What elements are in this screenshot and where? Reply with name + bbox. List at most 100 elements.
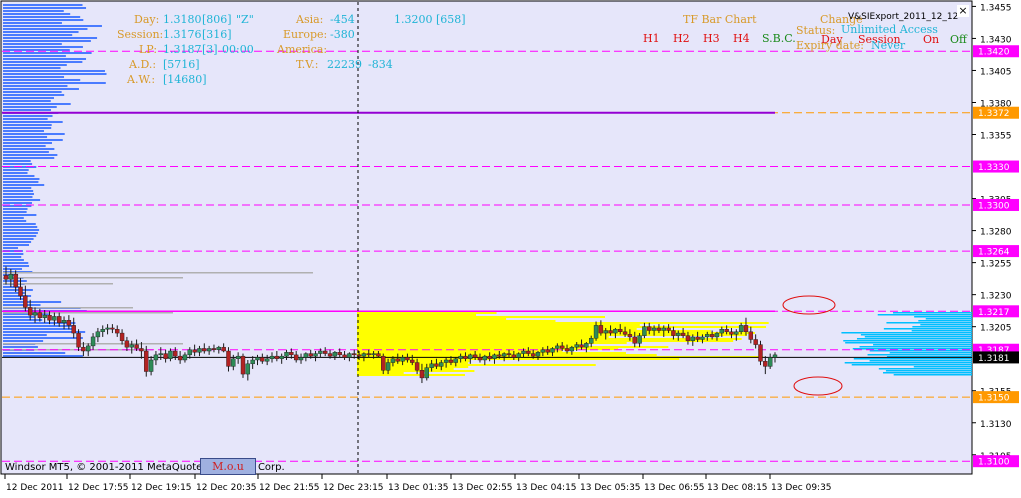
candle-body bbox=[651, 327, 657, 331]
y-tick-label: 1.3130 bbox=[980, 420, 1012, 430]
candle-body bbox=[293, 354, 299, 361]
yellow-bar bbox=[357, 338, 742, 340]
cyan-bar bbox=[843, 340, 972, 342]
expiry-label: Expiry date: bbox=[796, 39, 864, 52]
cyan-bar bbox=[860, 334, 972, 336]
candle-body bbox=[366, 353, 371, 356]
cyan-bar bbox=[925, 318, 972, 320]
candle-body bbox=[274, 355, 280, 359]
cyan-bar bbox=[873, 344, 972, 346]
cyan-bar bbox=[913, 366, 972, 368]
x-tick-label: 12 Dec 20:35 bbox=[196, 483, 257, 493]
level-tag: 1.3264 bbox=[978, 248, 1010, 258]
candle-body bbox=[61, 320, 67, 324]
candle-body bbox=[632, 336, 637, 344]
candle-body bbox=[613, 329, 618, 334]
candle-body bbox=[129, 344, 134, 348]
candle-body bbox=[506, 353, 512, 356]
profile-bar bbox=[3, 97, 54, 99]
off-toggle[interactable]: Off bbox=[950, 34, 967, 46]
level-tag: 1.3217 bbox=[978, 308, 1010, 318]
candle-body bbox=[598, 325, 604, 334]
day-label: Day: bbox=[134, 13, 160, 26]
candle-body bbox=[148, 359, 154, 372]
tf-sbc[interactable]: S.B.C. bbox=[762, 33, 796, 45]
tf-h2[interactable]: H2 bbox=[673, 33, 690, 45]
cyan-bar bbox=[912, 326, 972, 328]
candle-body bbox=[414, 362, 420, 371]
profile-bar bbox=[3, 94, 65, 96]
x-tick-label: 13 Dec 06:55 bbox=[644, 483, 705, 493]
profile-bar bbox=[3, 163, 33, 165]
cyan-bar bbox=[893, 312, 972, 314]
profile-bar bbox=[3, 217, 24, 219]
cyan-bar bbox=[889, 352, 972, 354]
x-tick-label: 12 Dec 19:15 bbox=[131, 483, 192, 493]
day-tag: "Z" bbox=[236, 13, 254, 26]
x-tick-label: 12 Dec 17:55 bbox=[68, 483, 129, 493]
candle-body bbox=[269, 355, 275, 359]
level-tag: 1.3150 bbox=[978, 394, 1010, 404]
candle-body bbox=[753, 339, 758, 345]
lp-label: LP: bbox=[139, 43, 158, 56]
profile-bar bbox=[3, 4, 83, 6]
profile-bar bbox=[3, 100, 51, 102]
on-toggle[interactable]: On bbox=[923, 34, 939, 46]
cyan-bar bbox=[853, 358, 972, 360]
candle-body bbox=[303, 353, 309, 358]
y-tick-label: 1.3430 bbox=[980, 35, 1012, 45]
candle-body bbox=[32, 312, 38, 316]
profile-bar bbox=[3, 328, 73, 330]
profile-bar bbox=[3, 103, 71, 105]
candle-body bbox=[487, 355, 492, 359]
candle-body bbox=[356, 354, 362, 357]
candle-body bbox=[47, 314, 52, 321]
candle-body bbox=[226, 350, 231, 367]
profile-bar bbox=[3, 238, 34, 240]
candle-body bbox=[66, 320, 72, 326]
candle-body bbox=[439, 362, 444, 367]
mou-button[interactable]: M.o.u bbox=[200, 458, 256, 475]
yellow-bar bbox=[357, 350, 563, 352]
profile-bar bbox=[3, 289, 33, 291]
close-icon[interactable]: × bbox=[957, 5, 969, 17]
tf-h4[interactable]: H4 bbox=[733, 33, 750, 45]
level-tag: 1.3330 bbox=[978, 163, 1010, 173]
america-label: America: bbox=[277, 43, 328, 56]
profile-grey-line bbox=[3, 307, 133, 309]
tf-h3[interactable]: H3 bbox=[703, 33, 720, 45]
yellow-bar bbox=[357, 344, 580, 346]
profile-bar bbox=[3, 247, 19, 249]
cyan-bar bbox=[883, 328, 972, 330]
yellow-bar bbox=[357, 318, 507, 320]
profile-bar bbox=[3, 181, 39, 183]
yellow-bar bbox=[357, 326, 767, 328]
candle-body bbox=[530, 353, 536, 357]
profile-bar bbox=[3, 178, 40, 180]
candle-body bbox=[90, 336, 96, 347]
candle-body bbox=[511, 354, 517, 358]
candle-body bbox=[661, 327, 666, 331]
candle-body bbox=[671, 330, 676, 336]
profile-bar bbox=[3, 118, 48, 120]
x-tick-label: 13 Dec 05:35 bbox=[580, 483, 641, 493]
candle-body bbox=[642, 326, 647, 336]
profile-bar bbox=[3, 346, 38, 348]
profile-bar bbox=[3, 151, 49, 153]
profile-bar bbox=[3, 223, 36, 225]
profile-bar bbox=[3, 211, 27, 213]
candle-body bbox=[71, 325, 76, 334]
candle-body bbox=[410, 359, 415, 363]
profile-bar bbox=[3, 16, 81, 18]
candle-body bbox=[255, 357, 260, 361]
candle-body bbox=[390, 358, 396, 363]
candle-body bbox=[284, 352, 289, 357]
candle-body bbox=[719, 329, 724, 334]
profile-bar bbox=[3, 262, 29, 264]
x-tick-label: 12 Dec 21:55 bbox=[259, 483, 320, 493]
profile-bar bbox=[3, 169, 29, 171]
tf-h1[interactable]: H1 bbox=[643, 33, 660, 45]
candle-body bbox=[555, 345, 560, 349]
candle-body bbox=[337, 352, 342, 356]
candle-body bbox=[637, 335, 642, 344]
